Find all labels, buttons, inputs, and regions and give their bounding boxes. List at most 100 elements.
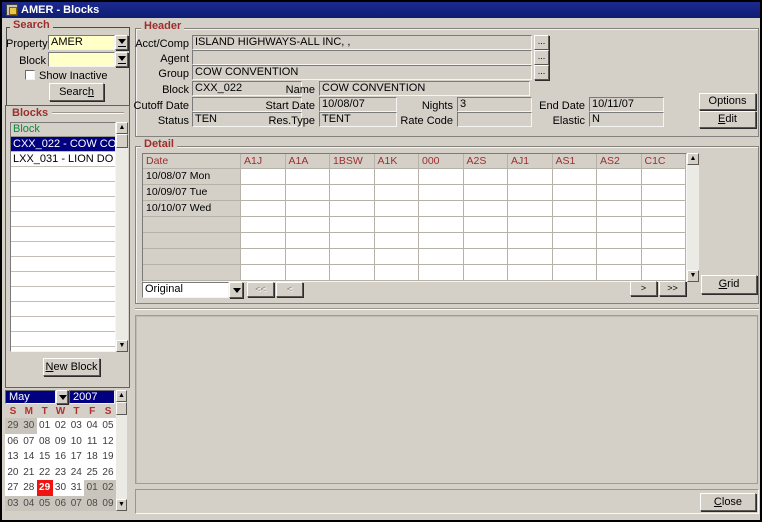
block-list-item[interactable] [11,302,115,317]
calendar-day[interactable]: 20 [5,465,21,481]
calendar-day[interactable]: 15 [37,449,53,465]
acct-comp-field[interactable]: ISLAND HIGHWAYS-ALL INC, , [192,35,532,50]
detail-data-cell[interactable] [642,233,687,249]
calendar-day[interactable]: 26 [100,465,116,481]
calendar-day[interactable]: 06 [53,496,69,512]
detail-data-cell[interactable] [330,217,375,233]
detail-data-cell[interactable] [642,185,687,201]
calendar-day[interactable]: 05 [100,418,116,434]
detail-data-cell[interactable] [375,233,420,249]
calendar-day[interactable]: 01 [84,480,100,496]
detail-data-cell[interactable] [241,201,286,217]
detail-data-cell[interactable] [597,185,642,201]
name-field[interactable]: COW CONVENTION [319,81,530,96]
calendar-day[interactable]: 25 [84,465,100,481]
detail-data-cell[interactable] [286,265,331,281]
detail-data-cell[interactable] [375,169,420,185]
res-type-field[interactable]: TENT [319,112,397,127]
calendar-day[interactable]: 22 [37,465,53,481]
block-list-item[interactable] [11,212,115,227]
detail-data-cell[interactable] [464,169,509,185]
detail-data-cell[interactable] [597,169,642,185]
detail-data-cell[interactable] [597,233,642,249]
detail-data-cell[interactable] [464,249,509,265]
close-button[interactable]: Close [700,493,756,511]
calendar-day[interactable]: 04 [84,418,100,434]
start-date-field[interactable]: 10/08/07 [319,97,397,112]
detail-data-cell[interactable] [330,185,375,201]
calendar-day[interactable]: 13 [5,449,21,465]
detail-data-cell[interactable] [330,201,375,217]
calendar-day[interactable]: 17 [68,449,84,465]
calendar-day[interactable]: 09 [53,434,69,450]
block-list-item[interactable] [11,167,115,182]
detail-data-cell[interactable] [508,265,553,281]
rate-code-field[interactable] [457,112,532,127]
scrollbar-thumb[interactable] [116,134,128,148]
calendar-day[interactable]: 06 [5,434,21,450]
detail-data-cell[interactable] [241,217,286,233]
detail-data-cell[interactable] [286,201,331,217]
end-date-field[interactable]: 10/11/07 [589,97,664,112]
calendar-day[interactable]: 28 [21,480,37,496]
detail-data-cell[interactable] [597,201,642,217]
view-dropdown-button[interactable] [229,282,243,298]
edit-button[interactable]: Edit [699,111,756,128]
detail-data-cell[interactable] [464,265,509,281]
detail-data-cell[interactable] [508,201,553,217]
detail-data-cell[interactable] [642,249,687,265]
detail-data-cell[interactable] [464,201,509,217]
detail-data-cell[interactable] [464,185,509,201]
block-list-item[interactable]: CXX_022 - COW CONVEN [11,137,115,152]
scroll-up-icon[interactable]: ▲ [687,153,699,165]
calendar-day[interactable]: 30 [21,418,37,434]
calendar-day[interactable]: 18 [84,449,100,465]
calendar-day[interactable]: 14 [21,449,37,465]
calendar-day[interactable]: 21 [21,465,37,481]
detail-data-cell[interactable] [464,233,509,249]
calendar-day[interactable]: 02 [100,480,116,496]
detail-data-cell[interactable] [597,249,642,265]
detail-data-cell[interactable] [642,201,687,217]
detail-data-cell[interactable] [419,249,464,265]
calendar-day[interactable]: 03 [68,418,84,434]
detail-data-cell[interactable] [508,169,553,185]
calendar-day[interactable]: 19 [100,449,116,465]
detail-data-cell[interactable] [597,265,642,281]
detail-data-cell[interactable] [330,249,375,265]
detail-data-cell[interactable] [464,217,509,233]
calendar-day[interactable]: 07 [68,496,84,512]
detail-data-cell[interactable] [419,201,464,217]
detail-data-cell[interactable] [553,185,598,201]
calendar-day[interactable]: 03 [5,496,21,512]
detail-data-cell[interactable] [508,185,553,201]
detail-data-cell[interactable] [375,185,420,201]
detail-table-scrollbar[interactable]: ▲ ▼ [687,153,699,282]
calendar-day[interactable]: 11 [84,434,100,450]
nav-prev-button[interactable]: < [276,282,303,297]
agent-ellipsis-button[interactable]: ... [534,50,549,65]
block-list-item[interactable] [11,197,115,212]
block-list-item[interactable] [11,287,115,302]
detail-data-cell[interactable] [241,233,286,249]
calendar-day[interactable]: 29 [5,418,21,434]
detail-data-cell[interactable] [241,265,286,281]
block-list-item[interactable] [11,182,115,197]
calendar-day-selected[interactable]: 29 [37,480,53,496]
calendar-day[interactable]: 07 [21,434,37,450]
calendar-day[interactable]: 08 [37,434,53,450]
detail-data-cell[interactable] [597,217,642,233]
detail-data-cell[interactable] [286,169,331,185]
calendar-month-dropdown-button[interactable] [56,390,68,404]
elastic-field[interactable]: N [589,112,664,127]
scroll-down-icon[interactable]: ▼ [116,340,128,352]
calendar-scrollbar[interactable]: ▲ ▼ [116,390,127,511]
calendar-day[interactable]: 16 [53,449,69,465]
nights-field[interactable]: 3 [457,97,532,112]
detail-data-cell[interactable] [419,185,464,201]
detail-data-cell[interactable] [642,265,687,281]
block-list-item[interactable] [11,257,115,272]
calendar-day[interactable]: 01 [37,418,53,434]
calendar-day[interactable]: 23 [53,465,69,481]
nav-first-button[interactable]: << [247,282,274,297]
